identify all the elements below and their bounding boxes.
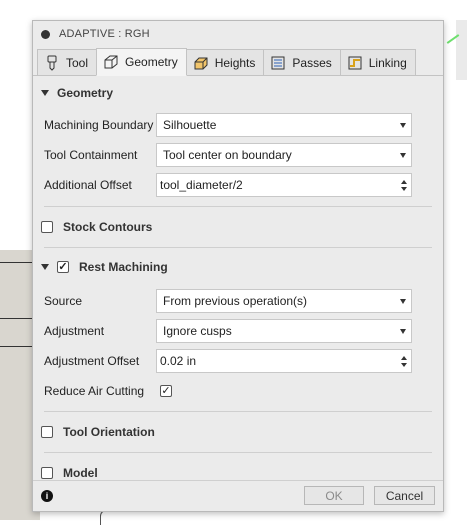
field-label: Tool Containment xyxy=(44,148,138,162)
passes-icon xyxy=(270,55,286,71)
tab-heights[interactable]: Heights xyxy=(185,49,265,75)
linking-icon xyxy=(347,55,363,71)
machining-boundary-select[interactable]: Silhouette xyxy=(156,113,412,137)
geometry-section-header[interactable]: Geometry xyxy=(33,76,443,110)
tab-label: Tool xyxy=(66,55,89,70)
model-checkbox[interactable] xyxy=(41,467,53,479)
viewport-model-edge xyxy=(100,510,141,525)
geometry-tab-content: Geometry Machining Boundary Silhouette T… xyxy=(33,76,443,493)
tab-label: Passes xyxy=(292,55,332,70)
adaptive-dialog: ADAPTIVE : RGH Tool Geometry Heights Pas… xyxy=(32,20,444,512)
dialog-titlebar[interactable]: ADAPTIVE : RGH xyxy=(33,21,443,47)
field-label: Additional Offset xyxy=(44,178,132,192)
section-title: Model xyxy=(63,466,98,480)
tab-label: Geometry xyxy=(125,55,178,69)
collapse-dot-icon[interactable] xyxy=(41,29,50,39)
tab-label: Linking xyxy=(368,55,407,70)
section-title: Tool Orientation xyxy=(63,425,155,439)
dialog-footer: i OK Cancel xyxy=(33,480,443,511)
info-icon[interactable]: i xyxy=(41,490,53,502)
select-value: Tool center on boundary xyxy=(163,148,292,162)
collapse-triangle-icon xyxy=(41,264,49,270)
dropdown-arrow-icon xyxy=(400,153,406,158)
tab-passes[interactable]: Passes xyxy=(263,49,341,75)
section-title: Rest Machining xyxy=(79,260,168,274)
field-label: Reduce Air Cutting xyxy=(44,384,145,398)
tab-bar: Tool Geometry Heights Passes Linking xyxy=(33,47,443,76)
section-title: Stock Contours xyxy=(63,220,153,234)
heights-icon xyxy=(193,55,209,71)
section-title: Geometry xyxy=(57,86,114,100)
input-value: 0.02 in xyxy=(160,354,197,368)
spinner-arrows-icon[interactable] xyxy=(397,174,411,196)
stock-contours-section-header[interactable]: Stock Contours xyxy=(33,207,443,247)
adjustment-select[interactable]: Ignore cusps xyxy=(156,319,412,343)
tab-tool[interactable]: Tool xyxy=(37,49,98,75)
ok-button[interactable]: OK xyxy=(304,486,364,505)
tab-label: Heights xyxy=(214,55,256,70)
tab-linking[interactable]: Linking xyxy=(339,49,416,75)
field-label: Machining Boundary xyxy=(44,118,154,132)
field-label: Adjustment xyxy=(44,324,105,338)
additional-offset-input[interactable]: tool_diameter/2 xyxy=(156,173,412,197)
cancel-button[interactable]: Cancel xyxy=(374,486,435,505)
tool-containment-select[interactable]: Tool center on boundary xyxy=(156,143,412,167)
adjustment-offset-input[interactable]: 0.02 in xyxy=(156,349,412,373)
reduce-air-cutting-row: Reduce Air Cutting xyxy=(33,376,443,406)
reduce-air-cutting-checkbox[interactable] xyxy=(160,385,172,397)
tool-orientation-section-header[interactable]: Tool Orientation xyxy=(33,412,443,452)
dropdown-arrow-icon xyxy=(400,299,406,304)
spinner-arrows-icon[interactable] xyxy=(397,350,411,372)
machining-boundary-row: Machining Boundary Silhouette xyxy=(33,110,443,140)
input-value: tool_diameter/2 xyxy=(160,178,243,192)
source-row: Source From previous operation(s) xyxy=(33,286,443,316)
select-value: From previous operation(s) xyxy=(163,294,308,308)
select-value: Ignore cusps xyxy=(163,324,232,338)
tab-geometry[interactable]: Geometry xyxy=(96,48,187,76)
field-label: Source xyxy=(44,294,83,308)
field-label: Adjustment Offset xyxy=(44,354,140,368)
tool-icon xyxy=(44,55,60,71)
dropdown-arrow-icon xyxy=(400,123,406,128)
tool-orientation-checkbox[interactable] xyxy=(41,426,53,438)
geometry-cube-icon xyxy=(103,54,119,70)
adjustment-row: Adjustment Ignore cusps xyxy=(33,316,443,346)
collapse-triangle-icon xyxy=(41,90,49,96)
additional-offset-row: Additional Offset tool_diameter/2 xyxy=(33,170,443,200)
dropdown-arrow-icon xyxy=(400,329,406,334)
tool-containment-row: Tool Containment Tool center on boundary xyxy=(33,140,443,170)
source-select[interactable]: From previous operation(s) xyxy=(156,289,412,313)
rest-machining-section-header[interactable]: Rest Machining xyxy=(33,248,443,286)
select-value: Silhouette xyxy=(163,118,217,132)
dialog-title: ADAPTIVE : RGH xyxy=(59,28,150,40)
viewcube-fragment xyxy=(456,20,467,80)
rest-machining-checkbox[interactable] xyxy=(57,261,69,273)
adjustment-offset-row: Adjustment Offset 0.02 in xyxy=(33,346,443,376)
stock-contours-checkbox[interactable] xyxy=(41,221,53,233)
